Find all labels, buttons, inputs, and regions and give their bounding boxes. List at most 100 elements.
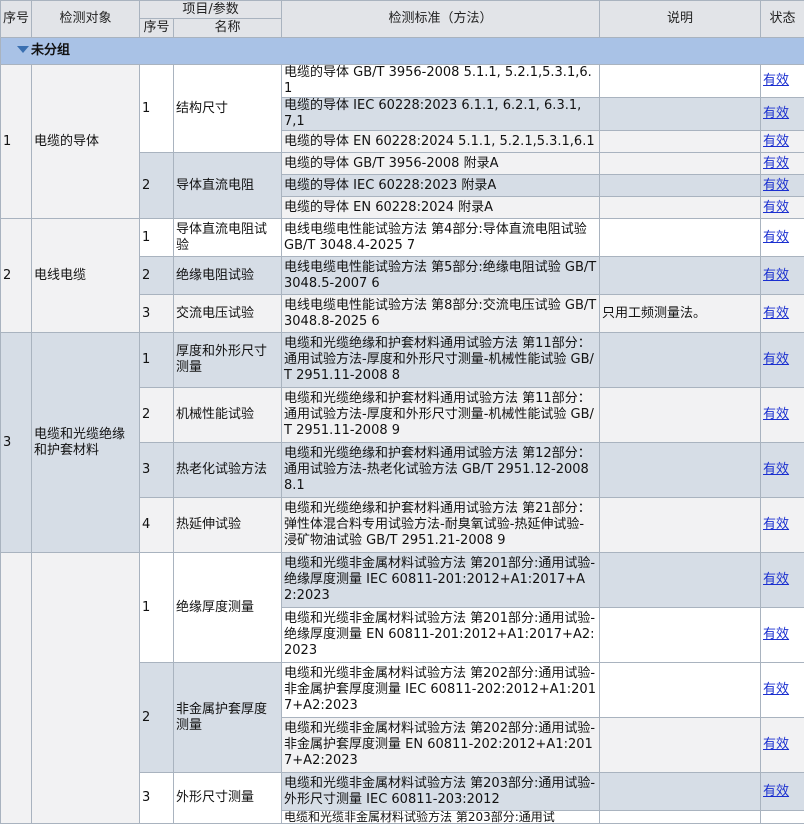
- status-link[interactable]: 有效: [763, 178, 789, 193]
- status-cell[interactable]: 有效: [761, 295, 804, 333]
- status-link[interactable]: 有效: [763, 682, 789, 697]
- status-link[interactable]: 有效: [763, 106, 789, 121]
- status-cell[interactable]: 有效: [761, 175, 804, 197]
- status-cell[interactable]: 有效: [761, 608, 804, 663]
- note-cell: [600, 175, 761, 197]
- status-cell[interactable]: 有效: [761, 718, 804, 773]
- standard-cell: 电缆和光缆非金属材料试验方法 第202部分:通用试验-非金属护套厚度测量 EN …: [282, 718, 600, 773]
- item-name: 结构尺寸: [174, 65, 282, 153]
- status-cell[interactable]: 有效: [761, 443, 804, 498]
- standard-cell: 电缆的导体 EN 60228:2024 5.1.1, 5.2.1,5.3.1,6…: [282, 131, 600, 153]
- status-link[interactable]: 有效: [763, 306, 789, 321]
- note-cell: [600, 718, 761, 773]
- standard-cell: 电缆和光缆绝缘和护套材料通用试验方法 第11部分：通用试验方法-厚度和外形尺寸测…: [282, 388, 600, 443]
- item-seq: 1: [140, 65, 174, 153]
- collapse-triangle-icon[interactable]: [17, 46, 29, 53]
- standard-cell: 电缆和光缆绝缘和护套材料通用试验方法 第11部分：通用试验方法-厚度和外形尺寸测…: [282, 333, 600, 388]
- item-seq: 1: [140, 219, 174, 257]
- status-link[interactable]: 有效: [763, 462, 789, 477]
- status-link[interactable]: 有效: [763, 784, 789, 799]
- col-header-seq[interactable]: 序号: [1, 1, 32, 38]
- standard-cell: 电缆的导体 IEC 60228:2023 6.1.1, 6.2.1, 6.3.1…: [282, 98, 600, 131]
- status-link[interactable]: 有效: [763, 73, 789, 88]
- table-row: 3 电缆和光缆绝缘和护套材料 1 厚度和外形尺寸测量 电缆和光缆绝缘和护套材料通…: [1, 333, 804, 388]
- item-seq: 1: [140, 553, 174, 663]
- standard-cell: 电线电缆电性能试验方法 第5部分:绝缘电阻试验 GB/T 3048.5-2007…: [282, 257, 600, 295]
- standard-cell: 电缆的导体 GB/T 3956-2008 附录A: [282, 153, 600, 175]
- note-cell: [600, 333, 761, 388]
- item-name: 机械性能试验: [174, 388, 282, 443]
- status-link[interactable]: 有效: [763, 572, 789, 587]
- status-cell[interactable]: [761, 811, 804, 824]
- note-cell: 只用工频测量法。: [600, 295, 761, 333]
- item-seq: 2: [140, 257, 174, 295]
- standard-cell: 电线电缆电性能试验方法 第4部分:导体直流电阻试验 GB/T 3048.4-20…: [282, 219, 600, 257]
- status-link[interactable]: 有效: [763, 134, 789, 149]
- standard-cell: 电缆的导体 IEC 60228:2023 附录A: [282, 175, 600, 197]
- col-header-item-param[interactable]: 项目/参数: [140, 1, 282, 19]
- status-link[interactable]: 有效: [763, 268, 789, 283]
- item-seq: 3: [140, 295, 174, 333]
- note-cell: [600, 257, 761, 295]
- item-name: 导体直流电阻试验: [174, 219, 282, 257]
- object-name: 电缆和光缆绝缘和护套材料: [32, 333, 140, 553]
- standard-cell: 电缆和光缆非金属材料试验方法 第201部分:通用试验-绝缘厚度测量 IEC 60…: [282, 553, 600, 608]
- status-link[interactable]: 有效: [763, 352, 789, 367]
- object-seq: 3: [1, 333, 32, 553]
- col-header-standard[interactable]: 检测标准（方法）: [282, 1, 600, 38]
- status-cell[interactable]: 有效: [761, 197, 804, 219]
- item-seq: 4: [140, 498, 174, 553]
- item-seq: 3: [140, 443, 174, 498]
- group-label: 未分组: [31, 43, 70, 58]
- status-cell[interactable]: 有效: [761, 65, 804, 98]
- table-row: 1 绝缘厚度测量 电缆和光缆非金属材料试验方法 第201部分:通用试验-绝缘厚度…: [1, 553, 804, 608]
- status-cell[interactable]: 有效: [761, 153, 804, 175]
- col-header-object[interactable]: 检测对象: [32, 1, 140, 38]
- status-link[interactable]: 有效: [763, 156, 789, 171]
- status-cell[interactable]: 有效: [761, 98, 804, 131]
- object-seq: 2: [1, 219, 32, 333]
- table-row: 2 电线电缆 1 导体直流电阻试验 电线电缆电性能试验方法 第4部分:导体直流电…: [1, 219, 804, 257]
- note-cell: [600, 553, 761, 608]
- status-link[interactable]: 有效: [763, 627, 789, 642]
- status-link[interactable]: 有效: [763, 200, 789, 215]
- note-cell: [600, 498, 761, 553]
- item-seq: 2: [140, 388, 174, 443]
- status-link[interactable]: 有效: [763, 230, 789, 245]
- status-cell[interactable]: 有效: [761, 333, 804, 388]
- col-header-status[interactable]: 状态: [761, 1, 804, 38]
- item-name: 外形尺寸测量: [174, 773, 282, 824]
- object-seq: [1, 553, 32, 824]
- test-items-table: 序号 检测对象 项目/参数 检测标准（方法） 说明 状态 序号 名称 未分组 1…: [0, 0, 804, 824]
- status-cell[interactable]: 有效: [761, 388, 804, 443]
- note-cell: [600, 773, 761, 811]
- col-header-name[interactable]: 名称: [174, 19, 282, 38]
- col-header-note[interactable]: 说明: [600, 1, 761, 38]
- standard-cell: 电缆的导体 EN 60228:2024 附录A: [282, 197, 600, 219]
- status-cell[interactable]: 有效: [761, 131, 804, 153]
- note-cell: [600, 443, 761, 498]
- item-name: 非金属护套厚度测量: [174, 663, 282, 773]
- item-seq: 2: [140, 153, 174, 219]
- group-row[interactable]: 未分组: [1, 38, 804, 65]
- status-link[interactable]: 有效: [763, 407, 789, 422]
- object-seq: 1: [1, 65, 32, 219]
- note-cell: [600, 197, 761, 219]
- status-cell[interactable]: 有效: [761, 219, 804, 257]
- standard-cell: 电缆和光缆绝缘和护套材料通用试验方法 第21部分：弹性体混合料专用试验方法-耐臭…: [282, 498, 600, 553]
- note-cell: [600, 65, 761, 98]
- item-name: 导体直流电阻: [174, 153, 282, 219]
- standard-cell: 电线电缆电性能试验方法 第8部分:交流电压试验 GB/T 3048.8-2025…: [282, 295, 600, 333]
- status-cell[interactable]: 有效: [761, 663, 804, 718]
- standard-cell: 电缆和光缆非金属材料试验方法 第203部分:通用试: [282, 811, 600, 824]
- status-link[interactable]: 有效: [763, 517, 789, 532]
- status-cell[interactable]: 有效: [761, 498, 804, 553]
- status-cell[interactable]: 有效: [761, 257, 804, 295]
- status-cell[interactable]: 有效: [761, 773, 804, 811]
- note-cell: [600, 98, 761, 131]
- col-header-sub-seq[interactable]: 序号: [140, 19, 174, 38]
- status-link[interactable]: 有效: [763, 737, 789, 752]
- table-row: 1 电缆的导体 1 结构尺寸 电缆的导体 GB/T 3956-2008 5.1.…: [1, 65, 804, 98]
- note-cell: [600, 388, 761, 443]
- status-cell[interactable]: 有效: [761, 553, 804, 608]
